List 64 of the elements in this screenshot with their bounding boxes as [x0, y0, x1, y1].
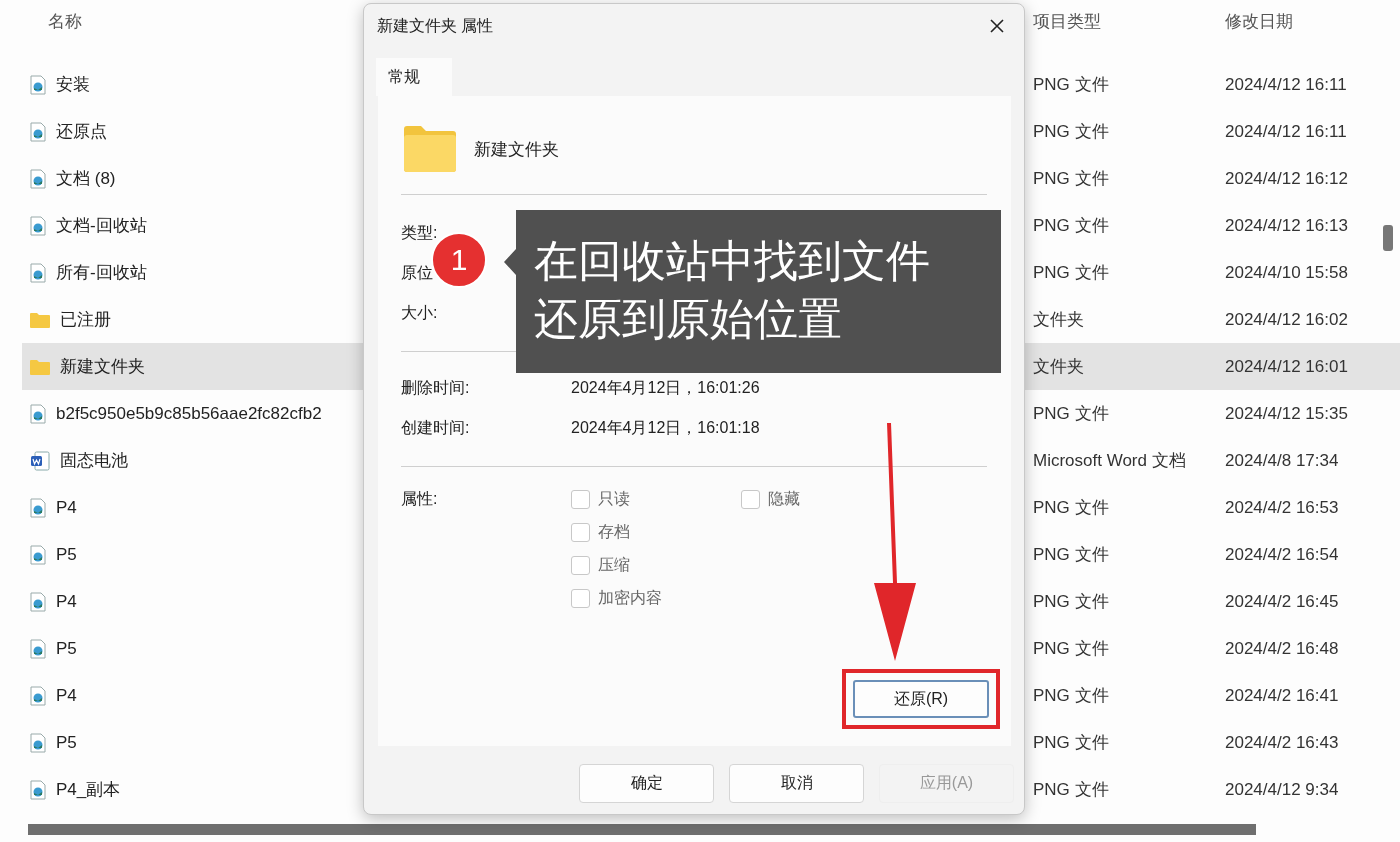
file-type: PNG 文件: [1032, 403, 1110, 425]
file-type: PNG 文件: [1032, 779, 1110, 801]
modified-date: 2024/4/2 16:41: [1225, 685, 1340, 706]
modified-date: 2024/4/8 17:34: [1225, 450, 1340, 471]
file-type: 文件夹: [1032, 309, 1085, 331]
field-value: 2024年4月12日，16:01:26: [571, 377, 760, 398]
file-name: 还原点: [56, 121, 107, 143]
file-type: 文件夹: [1032, 356, 1085, 378]
modified-date: 2024/4/12 9:34: [1225, 779, 1340, 800]
file-type: PNG 文件: [1032, 262, 1110, 284]
modified-date: 2024/4/12 16:01: [1225, 356, 1349, 377]
file-name: 固态电池: [60, 450, 128, 472]
file-name: P5: [56, 638, 77, 659]
file-name: 新建文件夹: [60, 356, 145, 378]
file-type: PNG 文件: [1032, 685, 1110, 707]
modified-date: 2024/4/2 16:43: [1225, 732, 1340, 753]
field-label: 创建时间:: [401, 417, 471, 438]
file-name: 已注册: [60, 309, 111, 331]
file-name: 文档-回收站: [56, 215, 147, 237]
modified-date: 2024/4/12 16:11: [1225, 121, 1348, 142]
file-type: PNG 文件: [1032, 215, 1110, 237]
modified-date: 2024/4/2 16:54: [1225, 544, 1340, 565]
file-type: Microsoft Word 文档: [1032, 450, 1187, 472]
item-name: 新建文件夹: [474, 138, 559, 161]
dialog-title: 新建文件夹 属性: [377, 15, 494, 36]
file-name: P5: [56, 544, 77, 565]
modified-date: 2024/4/2 16:53: [1225, 497, 1340, 518]
file-name: P4: [56, 685, 77, 706]
field-label: 原位: [401, 262, 433, 283]
modified-date: 2024/4/2 16:48: [1225, 638, 1340, 659]
modified-date: 2024/4/12 16:13: [1225, 215, 1349, 236]
checkbox-label: 只读: [598, 489, 630, 509]
modified-date: 2024/4/10 15:58: [1225, 262, 1349, 283]
file-name: 所有-回收站: [56, 262, 147, 284]
modified-date: 2024/4/12 16:02: [1225, 309, 1349, 330]
file-name: P4: [56, 591, 77, 612]
file-name: 文档 (8): [56, 168, 116, 190]
checkbox-label: 隐藏: [768, 489, 800, 509]
file-type: PNG 文件: [1032, 638, 1110, 660]
annotation-text: 在回收站中找到文件: [534, 235, 931, 287]
annotation-text: 还原到原始位置: [534, 293, 843, 345]
file-type: PNG 文件: [1032, 121, 1110, 143]
file-type: PNG 文件: [1032, 732, 1110, 754]
modified-date: 2024/4/2 16:45: [1225, 591, 1340, 612]
field-value: 2024年4月12日，16:01:18: [571, 417, 760, 438]
file-type: PNG 文件: [1032, 544, 1110, 566]
modified-date: 2024/4/12 16:11: [1225, 74, 1348, 95]
file-type: PNG 文件: [1032, 168, 1110, 190]
checkbox-label: 压缩: [598, 555, 630, 575]
file-name: P5: [56, 732, 77, 753]
modified-date: 2024/4/12 16:12: [1225, 168, 1349, 189]
checkbox-label: 加密内容: [598, 588, 662, 608]
field-label: 属性:: [401, 489, 439, 509]
modified-date: 2024/4/12 15:35: [1225, 403, 1349, 424]
file-type: PNG 文件: [1032, 497, 1110, 519]
file-name: P4_副本: [56, 779, 121, 801]
file-name: 安装: [56, 74, 90, 96]
file-type: PNG 文件: [1032, 591, 1110, 613]
field-label: 大小:: [401, 302, 438, 323]
field-label: 删除时间:: [401, 377, 471, 398]
file-name: b2f5c950e5b9c85b56aae2fc82cfb2: [56, 403, 322, 424]
checkbox-label: 存档: [598, 522, 630, 542]
file-type: PNG 文件: [1032, 74, 1110, 96]
file-name: P4: [56, 497, 77, 518]
